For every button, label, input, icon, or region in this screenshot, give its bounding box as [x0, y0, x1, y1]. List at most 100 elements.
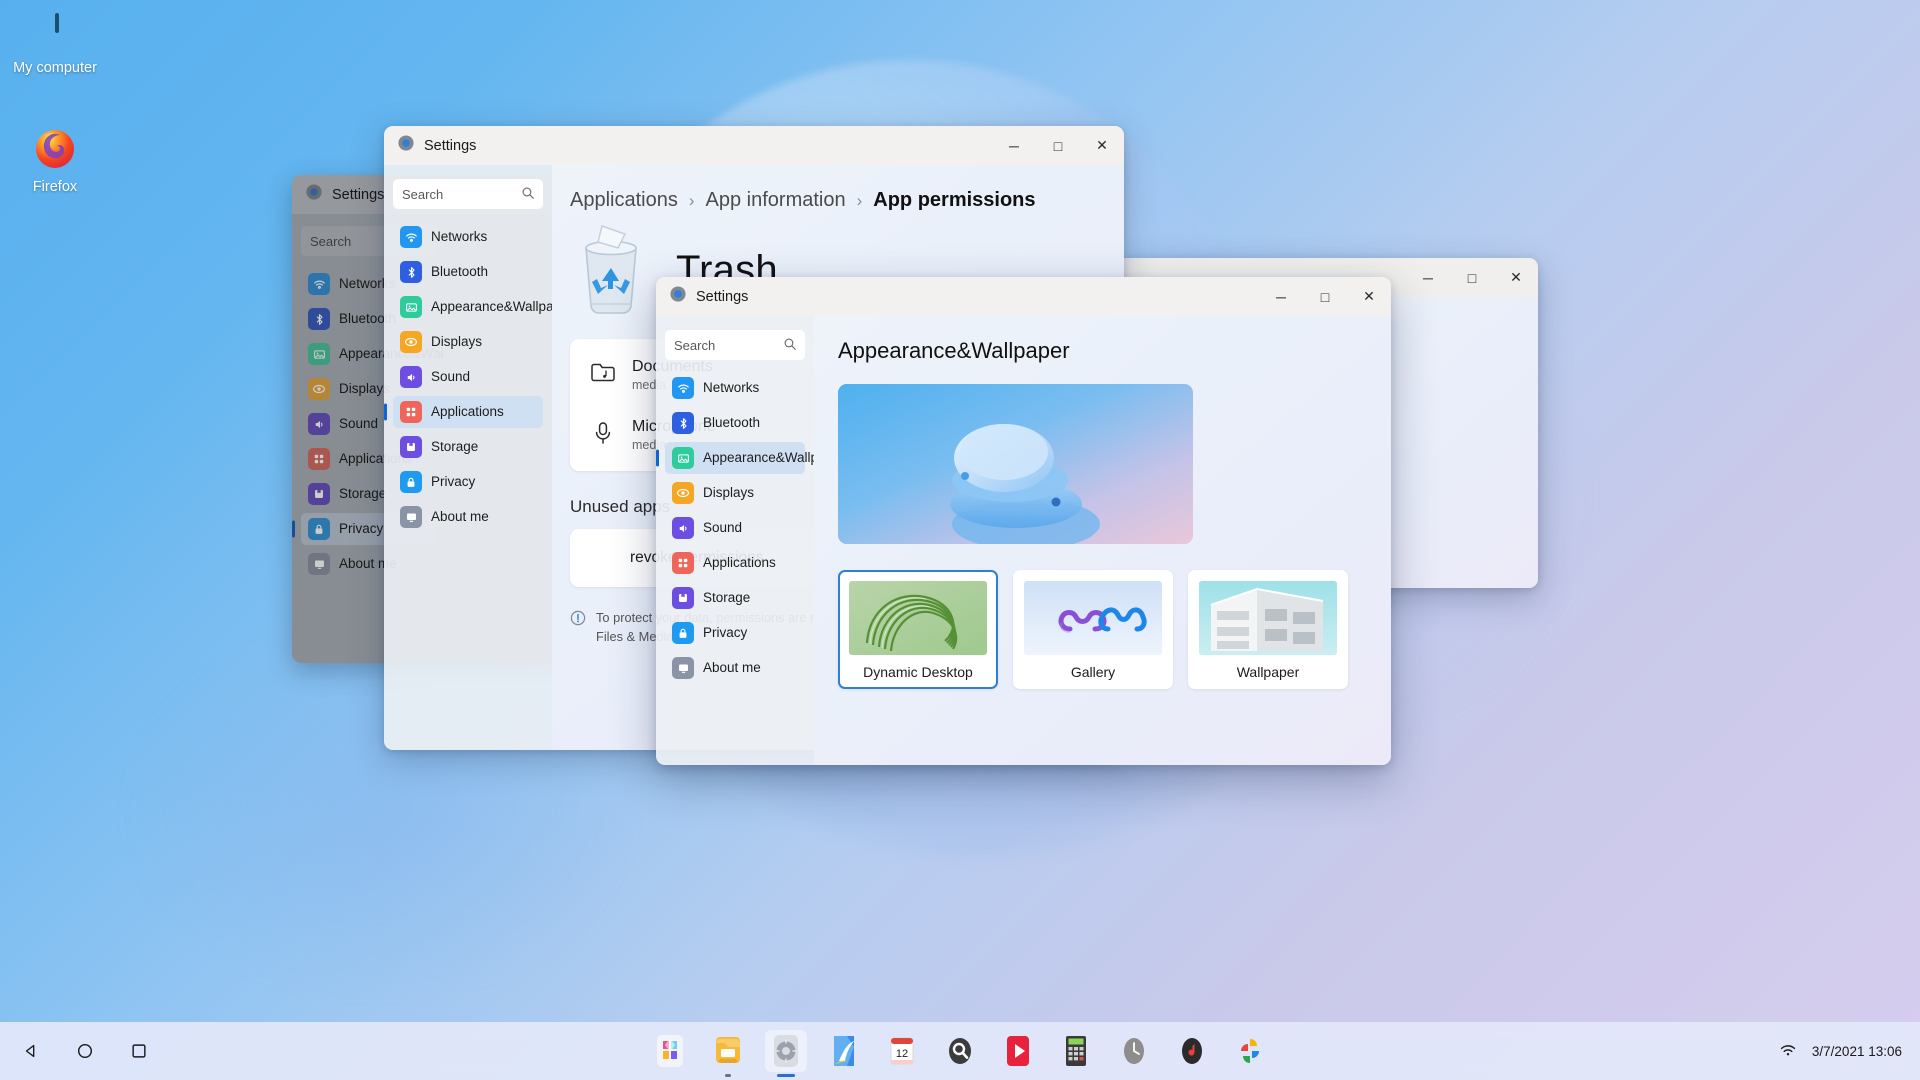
bluetooth-icon	[308, 308, 330, 330]
sidebar-item-label: About me	[431, 508, 489, 524]
sidebar-item-about-me[interactable]: About me	[393, 501, 543, 533]
sidebar-item-displays[interactable]: Displays	[665, 477, 805, 509]
close-button[interactable]: ✕	[1347, 277, 1391, 316]
minimize-button[interactable]: ─	[992, 126, 1036, 165]
sidebar-item-networks[interactable]: Networks	[665, 372, 805, 404]
svg-text:12: 12	[896, 1048, 908, 1060]
sidebar-item-privacy[interactable]: Privacy	[393, 466, 543, 498]
image-icon	[400, 296, 422, 318]
monitor-icon	[308, 553, 330, 575]
eye-icon	[308, 378, 330, 400]
wifi-icon[interactable]	[1778, 1042, 1798, 1061]
close-button[interactable]: ✕	[1080, 126, 1124, 165]
trash-icon	[568, 220, 654, 321]
sidebar-item-label: Privacy	[431, 473, 476, 489]
breadcrumb: Applications › App information › App per…	[552, 165, 1124, 212]
search-icon[interactable]	[783, 337, 797, 354]
sidebar-item-privacy[interactable]: Privacy	[665, 617, 805, 649]
maximize-button[interactable]: □	[1450, 258, 1494, 297]
sidebar-item-applications[interactable]: Applications	[393, 396, 543, 428]
maximize-button[interactable]: □	[1303, 277, 1347, 316]
home-button[interactable]	[72, 1038, 98, 1064]
tile-wallpaper[interactable]: Wallpaper	[1188, 570, 1348, 689]
image-icon	[672, 447, 694, 469]
sidebar-item-appearance-wallpaper[interactable]: Appearance&Wallpaper	[393, 291, 573, 323]
tile-thumbnail	[1199, 581, 1337, 655]
breadcrumb-item-app-information[interactable]: App information	[706, 189, 846, 212]
gallery-icon[interactable]	[823, 1030, 865, 1072]
clock-datetime[interactable]: 3/7/2021 13:06	[1812, 1044, 1902, 1059]
window-controls: ─ □ ✕	[1406, 258, 1538, 297]
titlebar[interactable]: Settings ─ □ ✕	[384, 126, 1124, 165]
sidebar-item-bluetooth[interactable]: Bluetooth	[665, 407, 805, 439]
desktop-icon-firefox[interactable]: Firefox	[0, 125, 110, 196]
search-placeholder: Search	[402, 186, 444, 202]
calendar-icon[interactable]: 12	[881, 1030, 923, 1072]
tile-label: Dynamic Desktop	[863, 664, 973, 680]
lock-icon	[400, 471, 422, 493]
sidebar-item-label: Applications	[431, 403, 504, 419]
speaker-icon	[672, 517, 694, 539]
window-title: Settings	[696, 288, 749, 305]
eye-icon	[672, 482, 694, 504]
tile-gallery[interactable]: Gallery	[1013, 570, 1173, 689]
search-icon[interactable]	[939, 1030, 981, 1072]
image-icon	[308, 343, 330, 365]
close-button[interactable]: ✕	[1494, 258, 1538, 297]
sidebar-item-label: Storage	[431, 438, 479, 454]
maximize-button[interactable]: □	[1036, 126, 1080, 165]
taskbar-nav	[18, 1038, 152, 1064]
window-controls: ─ □ ✕	[1259, 277, 1391, 316]
wifi-icon	[308, 273, 330, 295]
sidebar-item-label: Sound	[339, 415, 379, 431]
sidebar-item-storage[interactable]: Storage	[393, 431, 543, 463]
search-placeholder: Search	[674, 337, 716, 353]
gear-icon	[669, 285, 687, 308]
sidebar-item-label: Bluetooth	[431, 263, 489, 279]
sidebar-item-storage[interactable]: Storage	[665, 582, 805, 614]
search-icon[interactable]	[521, 186, 535, 203]
sidebar-item-applications[interactable]: Applications	[665, 547, 805, 579]
settings-icon[interactable]	[765, 1030, 807, 1077]
photos-icon[interactable]	[1229, 1030, 1271, 1072]
search-placeholder: Search	[310, 233, 352, 249]
minimize-button[interactable]: ─	[1259, 277, 1303, 316]
search-input[interactable]: Search	[665, 330, 805, 360]
titlebar[interactable]: Settings ─ □ ✕	[656, 277, 1391, 316]
wifi-icon	[400, 226, 422, 248]
tile-dynamic-desktop[interactable]: Dynamic Desktop	[838, 570, 998, 689]
calculator-icon[interactable]	[1055, 1030, 1097, 1072]
tile-label: Gallery	[1070, 664, 1116, 680]
content-area: Appearance&Wallpaper Dynamic Desktop Gal…	[814, 316, 1391, 765]
files-icon[interactable]	[707, 1030, 749, 1077]
sidebar: Search Networks Bluetooth Appearance&Wal…	[384, 165, 573, 750]
floppy-icon	[400, 436, 422, 458]
current-wallpaper-preview[interactable]	[838, 384, 1193, 544]
back-button[interactable]	[18, 1038, 44, 1064]
settings-window-appearance[interactable]: Settings ─ □ ✕ Search Networks Bluetooth…	[656, 277, 1391, 765]
chevron-right-icon: ›	[688, 190, 695, 210]
store-icon[interactable]	[649, 1030, 691, 1072]
music-icon[interactable]	[1171, 1030, 1213, 1072]
desktop-icon-my-computer[interactable]: My computer	[0, 13, 110, 77]
sidebar-item-label: Displays	[339, 380, 391, 396]
breadcrumb-item-applications[interactable]: Applications	[570, 189, 678, 212]
sidebar-item-sound[interactable]: Sound	[665, 512, 805, 544]
sidebar-item-label: Privacy	[339, 520, 384, 536]
sidebar-item-about-me[interactable]: About me	[665, 652, 805, 684]
grid-icon	[308, 448, 330, 470]
microphone-icon	[588, 420, 618, 451]
sidebar-item-appearance-wallpaper[interactable]: Appearance&Wallpaper	[665, 442, 845, 474]
sidebar: Search Networks Bluetooth Appearance&Wal…	[656, 316, 845, 765]
firefox-icon	[32, 125, 78, 171]
sidebar-item-displays[interactable]: Displays	[393, 326, 543, 358]
search-input[interactable]: Search	[393, 179, 543, 209]
clock-icon[interactable]	[1113, 1030, 1155, 1072]
video-player-icon[interactable]	[997, 1030, 1039, 1072]
sidebar-item-bluetooth[interactable]: Bluetooth	[393, 256, 543, 288]
minimize-button[interactable]: ─	[1406, 258, 1450, 297]
recents-button[interactable]	[126, 1038, 152, 1064]
info-icon	[570, 610, 586, 632]
sidebar-item-networks[interactable]: Networks	[393, 221, 543, 253]
sidebar-item-sound[interactable]: Sound	[393, 361, 543, 393]
